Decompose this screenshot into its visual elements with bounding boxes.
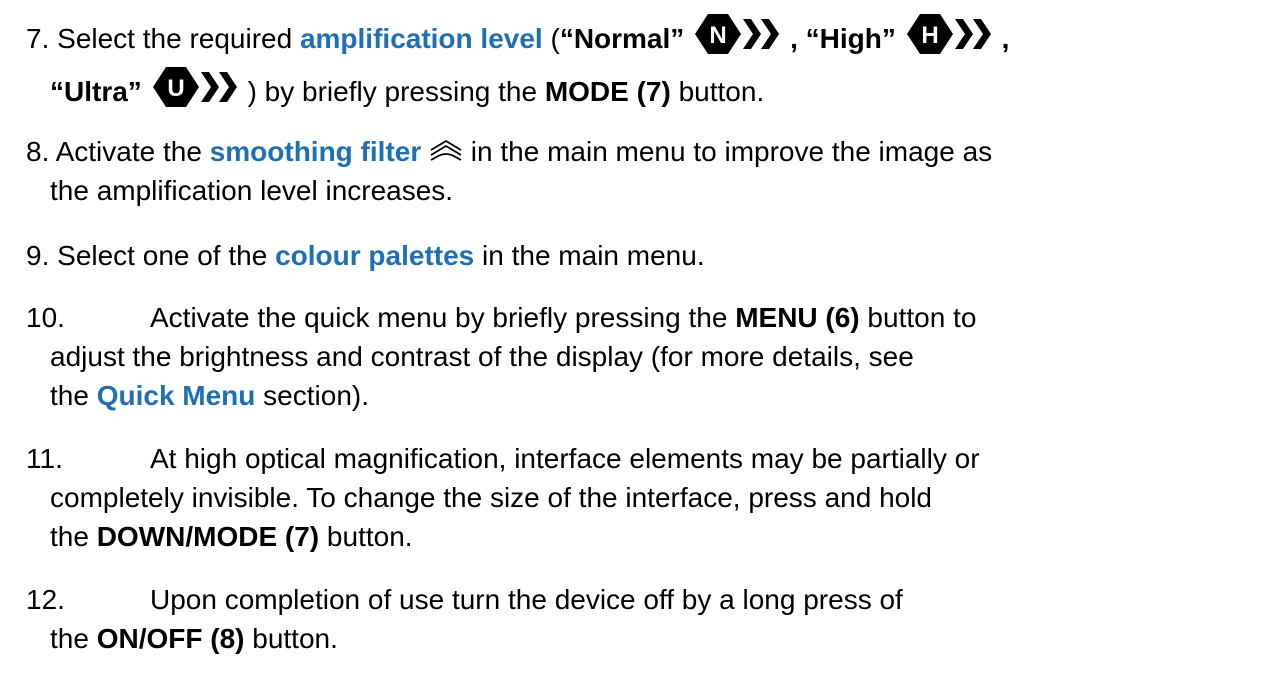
item-12-line-2: the ON/OFF (8) button. [26,619,1276,658]
colour-palettes-link: colour palettes [275,240,475,271]
svg-text:N: N [709,22,726,49]
item-text: button. [670,76,765,107]
item-text: ) by briefly pressing the [247,76,545,107]
item-text: the [50,380,97,411]
item-text: the [50,623,97,654]
smoothing-filter-icon [430,139,462,161]
list-item-10: 10. Activate the quick menu by briefly pr… [26,298,1276,415]
item-text: section). [255,380,370,411]
label-high: “High” [805,23,896,54]
item-10-line-1: 10. Activate the quick menu by briefly pr… [26,298,1276,337]
on-off-button-ref: ON/OFF (8) [96,623,245,654]
item-10-line-3: the Quick Menu section). [26,376,1276,415]
item-text: the [50,521,97,552]
item-12-line-1: 12. Upon completion of use turn the devic… [26,580,1276,619]
item-text: Activate the [55,136,210,167]
item-text: Select one of the [57,240,276,271]
label-normal: “Normal” [559,23,685,54]
quick-menu-link: Quick Menu [96,380,256,411]
menu-button-ref: MENU (6) [735,302,860,333]
svg-text:H: H [921,22,938,49]
mode-high-icon: H [906,14,991,54]
down-mode-button-ref: DOWN/MODE (7) [96,521,320,552]
mode-normal-icon: N [695,14,780,54]
label-ultra: “Ultra” [50,76,142,107]
list-item-8: 8. Activate the smoothing filter in the … [26,132,1276,210]
item-text: Upon completion of use turn the device o… [150,584,903,615]
item-number: 11. [26,443,63,474]
separator: , [1001,23,1010,54]
list-item-9: 9. Select one of the colour palettes in … [26,236,1276,275]
item-11-line-3: the DOWN/MODE (7) button. [26,517,1276,556]
item-text: in the main menu to improve the image as [463,136,993,167]
item-7-line-1: 7. Select the required amplification lev… [26,12,1276,65]
item-text: Select the required [57,23,300,54]
item-11-line-2: completely invisible. To change the size… [50,482,932,513]
item-number: 9. [26,240,50,271]
item-8-line-1: 8. Activate the smoothing filter in the … [26,132,1276,171]
mode-ultra-icon: U [152,67,237,107]
item-number: 7. [26,23,50,54]
item-text: ( [542,23,560,54]
list-item-12: 12. Upon completion of use turn the devic… [26,580,1276,658]
mode-button-ref: MODE (7) [544,76,671,107]
item-text: Activate the quick menu by briefly press… [150,302,736,333]
item-number: 8. [26,136,50,167]
amplification-level-link: amplification level [299,23,543,54]
item-text: in the main menu. [474,240,705,271]
item-text: At high optical magnification, interface… [150,443,980,474]
item-9-line-1: 9. Select one of the colour palettes in … [26,236,1276,275]
item-text: button to [859,302,977,333]
list-item-7: 7. Select the required amplification lev… [26,12,1276,118]
item-number: 10. [26,302,65,333]
svg-text:U: U [167,75,184,102]
item-text: button. [319,521,413,552]
item-text: button. [244,623,338,654]
separator: , [790,23,806,54]
item-7-line-2: “Ultra” U ) by briefly pressing the MODE… [26,65,1276,118]
item-number: 12. [26,584,65,615]
item-8-line-2: the amplification level increases. [50,175,454,206]
instruction-list: 7. Select the required amplification lev… [0,0,1285,695]
item-11-line-1: 11. At high optical magnification, interf… [26,439,1276,478]
list-item-11: 11. At high optical magnification, interf… [26,439,1276,556]
smoothing-filter-link: smoothing filter [209,136,422,167]
item-10-line-2: adjust the brightness and contrast of th… [50,341,914,372]
